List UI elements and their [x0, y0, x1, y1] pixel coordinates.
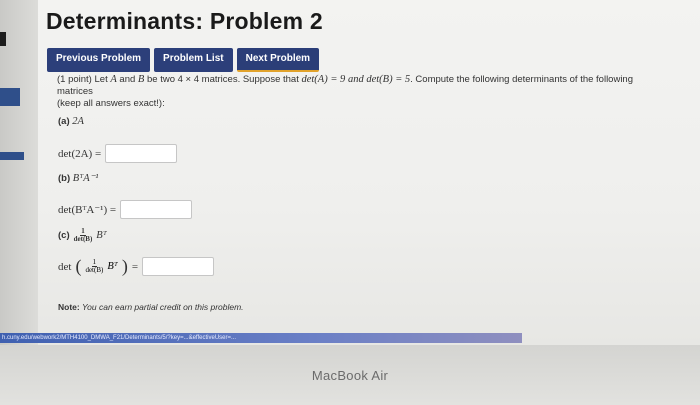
browser-screen: Determinants: Problem 2 Previous Problem… — [0, 0, 700, 345]
keep-exact-text: (keep all answers exact!): — [57, 98, 165, 109]
next-problem-button[interactable]: Next Problem — [236, 48, 320, 72]
matrix-a: A — [110, 74, 117, 85]
sidebar-item[interactable] — [0, 152, 24, 160]
answer-a-input[interactable] — [105, 144, 178, 163]
part-a-expr: 2A — [72, 116, 84, 127]
matrix-size: 4 × 4 — [177, 74, 200, 85]
sidebar-item-active[interactable] — [0, 88, 20, 106]
part-c-label: (c) — [58, 230, 70, 241]
part-b-heading: (b) BᵀA⁻¹ — [58, 172, 98, 184]
part-c-heading: (c) 1 det(B) Bᵀ — [58, 228, 107, 243]
be-two-text: be two — [146, 74, 175, 85]
problem-statement: (1 point) Let A and B be two 4 × 4 matri… — [57, 74, 667, 110]
fraction-denominator: det(B) — [73, 235, 93, 243]
det-a-value: det(A) = 9 — [301, 74, 346, 85]
part-c-eq-fraction: 1 det(B) — [85, 259, 103, 274]
answer-b-input[interactable] — [120, 200, 193, 219]
part-a-label: (a) — [58, 116, 70, 127]
page-title: Determinants: Problem 2 — [46, 8, 323, 34]
part-c-fraction: 1 det(B) — [74, 228, 93, 243]
intro-post: . Compute the following determinants of … — [57, 74, 634, 97]
part-a-equation: det(2A) = — [58, 147, 102, 160]
problem-list-button[interactable]: Problem List — [154, 48, 233, 72]
answer-c-input[interactable] — [142, 257, 215, 276]
and-text: and — [119, 74, 136, 85]
left-paren: ( — [75, 256, 82, 276]
part-c-expr: Bᵀ — [96, 230, 107, 241]
intro-text: Let — [94, 74, 108, 85]
right-paren: ) — [121, 256, 128, 276]
points-label: (1 point) — [57, 74, 92, 85]
status-url-bar: h.cuny.edu/webwork2/MTH4100_DMWA_F21/Det… — [0, 333, 522, 343]
part-c-row: det ( 1 det(B) Bᵀ ) = — [58, 256, 215, 277]
part-b-row: det(BᵀA⁻¹) = — [58, 200, 193, 219]
note-label: Note: — [58, 302, 80, 312]
left-sidebar — [0, 0, 38, 345]
eq-fraction-denominator: det(B) — [85, 266, 104, 274]
part-a-row: det(2A) = — [58, 144, 178, 163]
part-b-label: (b) — [58, 173, 71, 184]
partial-credit-note: Note: You can earn partial credit on thi… — [58, 302, 244, 312]
device-brand-label: MacBook Air — [311, 368, 389, 383]
part-c-equals: = — [131, 260, 139, 273]
part-c-det: det — [58, 260, 72, 273]
problem-nav: Previous Problem Problem List Next Probl… — [47, 48, 320, 72]
previous-problem-button[interactable]: Previous Problem — [47, 48, 151, 72]
note-text: You can earn partial credit on this prob… — [81, 302, 244, 312]
part-b-expr: BᵀA⁻¹ — [72, 173, 99, 184]
sidebar-marker — [0, 32, 6, 46]
part-a-heading: (a) 2A — [58, 116, 84, 127]
matrix-b: B — [137, 74, 145, 85]
part-b-equation: det(BᵀA⁻¹) = — [58, 204, 117, 216]
part-c-eq-expr: Bᵀ — [107, 261, 118, 272]
intro-mid: matrices. Suppose that — [201, 74, 299, 85]
det-b-value: and det(B) = 5 — [347, 74, 411, 85]
